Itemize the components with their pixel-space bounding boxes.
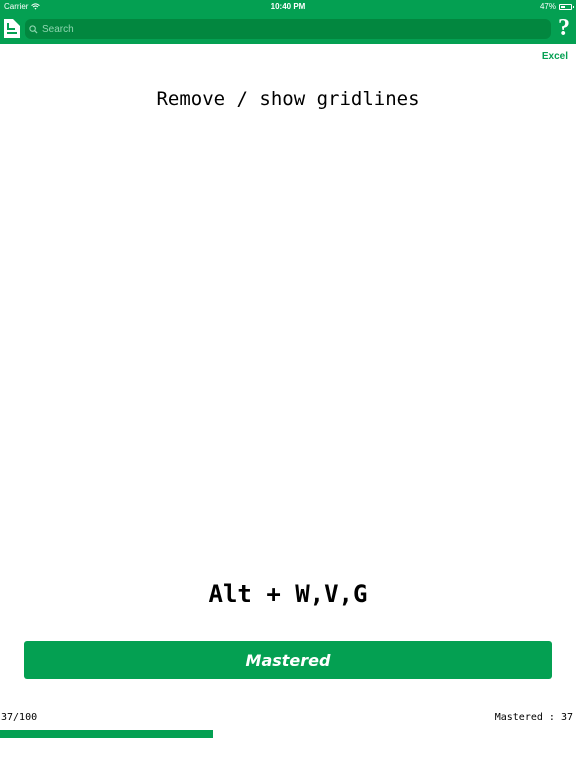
battery-tip: [572, 5, 574, 8]
status-bar: Carrier 10:40 PM 47%: [0, 0, 576, 13]
progress-bar: [0, 730, 576, 738]
search-bar[interactable]: [25, 19, 551, 39]
mastered-count: Mastered : 37: [494, 712, 573, 723]
progress-bar-fill: [0, 730, 214, 738]
clock: 10:40 PM: [270, 2, 306, 11]
battery-icon: [559, 3, 574, 10]
battery-indicator: 47%: [539, 2, 574, 11]
document-icon[interactable]: [4, 19, 20, 38]
progress-count: 37/100: [1, 712, 38, 723]
nav-bar: ?: [0, 13, 576, 44]
mastered-button[interactable]: Mastered: [24, 641, 552, 679]
battery-percent: 47%: [539, 2, 556, 11]
screen: Carrier 10:40 PM 47% Search ? Excel Remo…: [0, 0, 576, 768]
search-input[interactable]: [42, 23, 522, 35]
search-icon: [29, 24, 38, 34]
card-answer: Alt + W,V,G: [208, 580, 368, 608]
card-question: Remove / show gridlines: [156, 88, 420, 110]
excel-link[interactable]: Excel: [542, 51, 568, 62]
help-icon[interactable]: ?: [558, 15, 570, 41]
battery-fill: [561, 5, 566, 8]
